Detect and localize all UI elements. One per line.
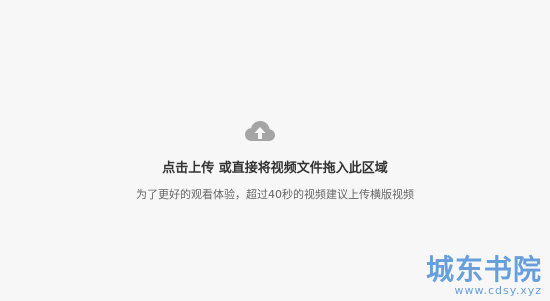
cloud-upload-icon — [245, 121, 275, 141]
video-upload-dropzone[interactable]: 点击上传 或直接将视频文件拖入此区域 为了更好的观看体验，超过40秒的视频建议上… — [0, 0, 550, 301]
upload-page: 点击上传 或直接将视频文件拖入此区域 为了更好的观看体验，超过40秒的视频建议上… — [0, 0, 550, 301]
upload-instruction-text: 点击上传 或直接将视频文件拖入此区域 — [162, 161, 388, 176]
upload-hint-text: 为了更好的观看体验，超过40秒的视频建议上传横版视频 — [136, 188, 414, 201]
